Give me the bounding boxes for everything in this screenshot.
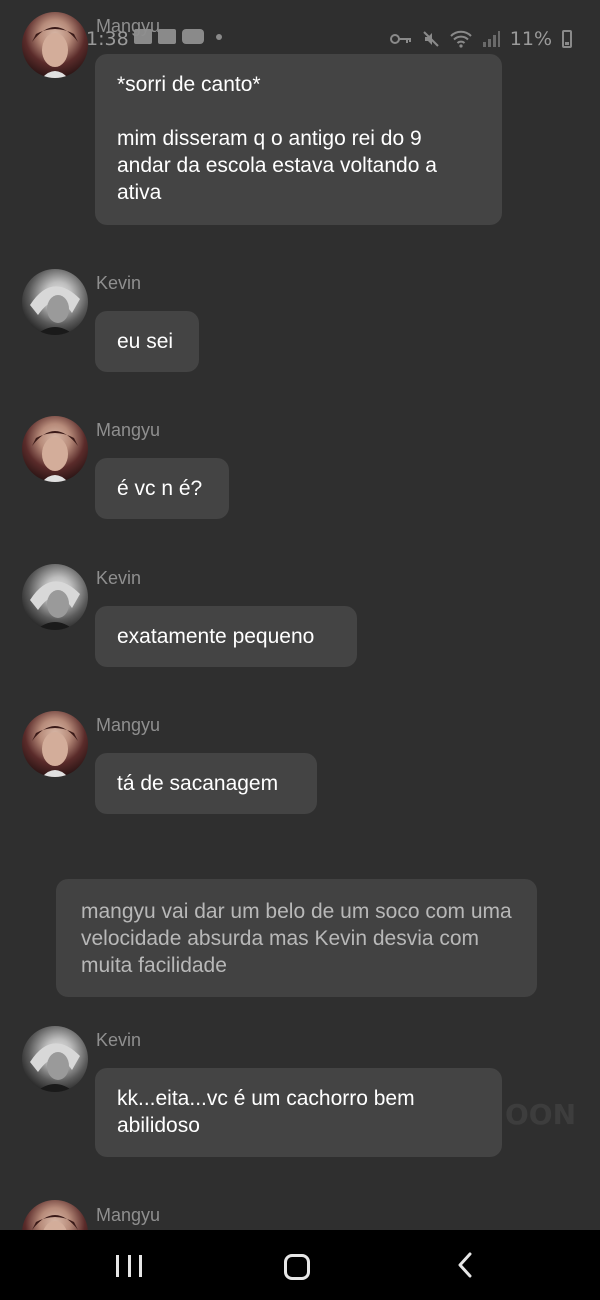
navigation-bar bbox=[0, 1230, 600, 1300]
message-bubble[interactable]: kk...eita...vc é um cachorro bem abilido… bbox=[95, 1068, 502, 1157]
status-bar: 1:38 11% bbox=[0, 22, 600, 56]
battery-percent: 11% bbox=[509, 28, 552, 50]
message-bubble[interactable]: tá de sacanagem bbox=[95, 753, 317, 814]
wifi-icon bbox=[450, 30, 472, 48]
system-icons: 11% bbox=[389, 28, 572, 50]
sender-name: Kevin bbox=[96, 568, 142, 588]
avatar[interactable] bbox=[22, 12, 88, 78]
signal-icon bbox=[482, 31, 500, 47]
avatar[interactable] bbox=[22, 1026, 88, 1092]
back-icon[interactable] bbox=[455, 1252, 475, 1278]
sender-name: Kevin bbox=[96, 1030, 142, 1050]
message-bubble[interactable]: eu sei bbox=[95, 311, 199, 372]
sender-name: Mangyu bbox=[96, 16, 161, 36]
recent-apps-icon[interactable] bbox=[116, 1255, 142, 1277]
sender-name: Kevin bbox=[96, 273, 142, 293]
message-bubble[interactable]: exatamente pequeno bbox=[95, 606, 357, 667]
message-bubble[interactable]: é vc n é? bbox=[95, 458, 229, 519]
battery-icon bbox=[562, 30, 572, 48]
youtube-icon bbox=[182, 29, 204, 44]
avatar[interactable] bbox=[22, 416, 88, 482]
watermark: OON bbox=[505, 1098, 577, 1131]
narration-bubble[interactable]: mangyu vai dar um belo de um soco com um… bbox=[56, 879, 537, 997]
message-bubble[interactable]: *sorri de canto* mim disseram q o antigo… bbox=[95, 54, 502, 225]
image-icon bbox=[158, 29, 176, 44]
home-icon[interactable] bbox=[284, 1254, 310, 1280]
avatar[interactable] bbox=[22, 269, 88, 335]
more-notifications-icon bbox=[216, 33, 222, 40]
sender-name: Mangyu bbox=[96, 420, 161, 440]
sender-name: Mangyu bbox=[96, 1205, 161, 1225]
sender-name: Mangyu bbox=[96, 715, 161, 735]
mute-icon bbox=[423, 31, 439, 47]
avatar[interactable] bbox=[22, 711, 88, 777]
key-icon bbox=[389, 34, 411, 44]
avatar[interactable] bbox=[22, 564, 88, 630]
